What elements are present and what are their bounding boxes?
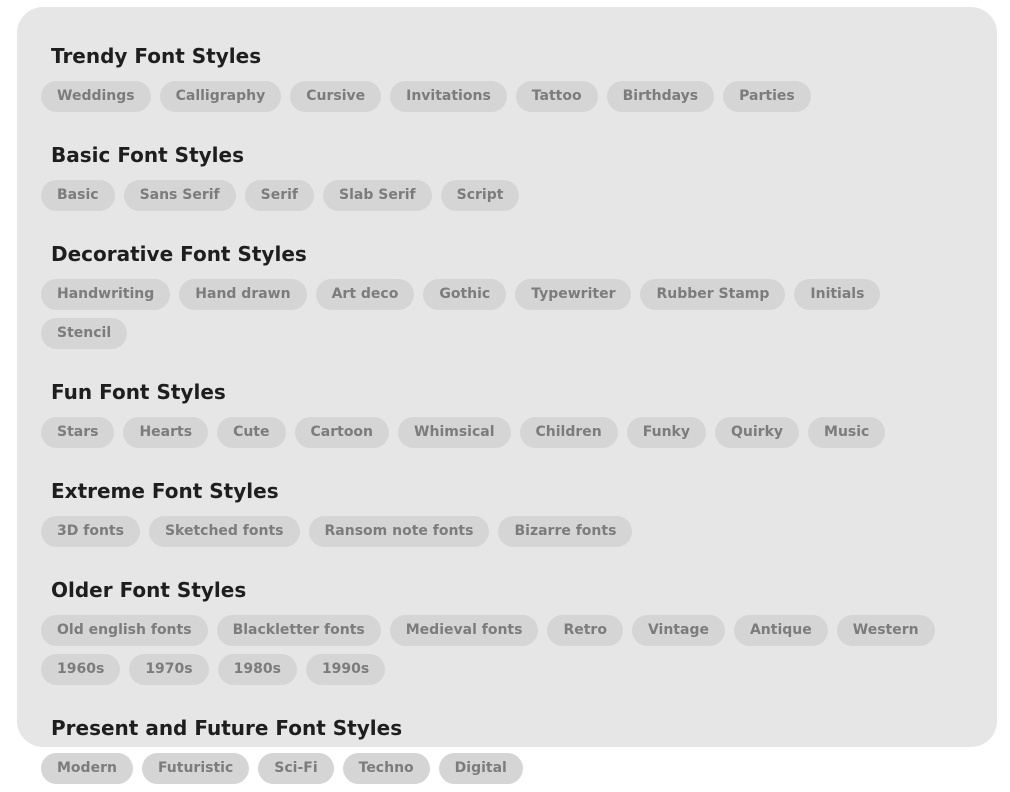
tag-list: Basic Sans Serif Serif Slab Serif Script bbox=[41, 180, 981, 219]
tag-handwriting[interactable]: Handwriting bbox=[41, 279, 171, 310]
tag-music[interactable]: Music bbox=[808, 417, 886, 448]
tag-bizarre-fonts[interactable]: Bizarre fonts bbox=[498, 516, 633, 547]
tag-whimsical[interactable]: Whimsical bbox=[398, 417, 511, 448]
tag-script[interactable]: Script bbox=[440, 180, 520, 211]
section-title: Trendy Font Styles bbox=[51, 44, 262, 68]
tag-futuristic[interactable]: Futuristic bbox=[141, 753, 250, 784]
tag-basic[interactable]: Basic bbox=[41, 180, 115, 211]
tag-typewriter[interactable]: Typewriter bbox=[515, 279, 632, 310]
tag-ransom-note-fonts[interactable]: Ransom note fonts bbox=[308, 516, 490, 547]
tag-list: Handwriting Hand drawn Art deco Gothic T… bbox=[41, 279, 981, 357]
tag-list: Old english fonts Blackletter fonts Medi… bbox=[41, 615, 981, 693]
section-trendy: Trendy Font Styles Weddings Calligraphy … bbox=[41, 41, 997, 120]
tag-funky[interactable]: Funky bbox=[626, 417, 706, 448]
tag-weddings[interactable]: Weddings bbox=[41, 81, 151, 112]
tag-parties[interactable]: Parties bbox=[723, 81, 811, 112]
tag-gothic[interactable]: Gothic bbox=[423, 279, 507, 310]
tag-retro[interactable]: Retro bbox=[547, 615, 623, 646]
section-decorative: Decorative Font Styles Handwriting Hand … bbox=[41, 239, 997, 357]
tag-blackletter-fonts[interactable]: Blackletter fonts bbox=[216, 615, 381, 646]
tag-tattoo[interactable]: Tattoo bbox=[515, 81, 598, 112]
tag-rubber-stamp[interactable]: Rubber Stamp bbox=[640, 279, 786, 310]
section-title: Fun Font Styles bbox=[51, 380, 226, 404]
tag-1970s[interactable]: 1970s bbox=[129, 654, 209, 685]
tag-techno[interactable]: Techno bbox=[342, 753, 430, 784]
tag-list: Weddings Calligraphy Cursive Invitations… bbox=[41, 81, 981, 120]
tag-vintage[interactable]: Vintage bbox=[631, 615, 725, 646]
tag-digital[interactable]: Digital bbox=[438, 753, 523, 784]
tag-cursive[interactable]: Cursive bbox=[290, 81, 382, 112]
tag-stencil[interactable]: Stencil bbox=[41, 318, 128, 349]
section-title: Basic Font Styles bbox=[51, 143, 244, 167]
tag-sci-fi[interactable]: Sci-Fi bbox=[258, 753, 334, 784]
tag-1990s[interactable]: 1990s bbox=[305, 654, 386, 685]
tag-calligraphy[interactable]: Calligraphy bbox=[159, 81, 282, 112]
tag-slab-serif[interactable]: Slab Serif bbox=[323, 180, 432, 211]
section-present-future: Present and Future Font Styles Modern Fu… bbox=[41, 713, 997, 792]
tag-stars[interactable]: Stars bbox=[41, 417, 115, 448]
tag-quirky[interactable]: Quirky bbox=[715, 417, 800, 448]
section-extreme: Extreme Font Styles 3D fonts Sketched fo… bbox=[41, 476, 997, 555]
tag-western[interactable]: Western bbox=[836, 615, 935, 646]
section-older: Older Font Styles Old english fonts Blac… bbox=[41, 575, 997, 693]
tag-old-english-fonts[interactable]: Old english fonts bbox=[41, 615, 208, 646]
tag-list: Modern Futuristic Sci-Fi Techno Digital bbox=[41, 753, 981, 792]
section-title: Older Font Styles bbox=[51, 578, 247, 602]
tag-hand-drawn[interactable]: Hand drawn bbox=[179, 279, 307, 310]
tag-cute[interactable]: Cute bbox=[217, 417, 286, 448]
tag-1960s[interactable]: 1960s bbox=[41, 654, 121, 685]
tag-3d-fonts[interactable]: 3D fonts bbox=[41, 516, 140, 547]
tag-art-deco[interactable]: Art deco bbox=[315, 279, 415, 310]
section-title: Present and Future Font Styles bbox=[51, 716, 403, 740]
font-styles-panel: Trendy Font Styles Weddings Calligraphy … bbox=[17, 7, 997, 784]
section-basic: Basic Font Styles Basic Sans Serif Serif… bbox=[41, 140, 997, 219]
tag-list: Stars Hearts Cute Cartoon Whimsical Chil… bbox=[41, 417, 981, 456]
tag-1980s[interactable]: 1980s bbox=[217, 654, 297, 685]
section-title: Extreme Font Styles bbox=[51, 479, 279, 503]
section-title: Decorative Font Styles bbox=[51, 242, 307, 266]
tag-list: 3D fonts Sketched fonts Ransom note font… bbox=[41, 516, 981, 555]
tag-sketched-fonts[interactable]: Sketched fonts bbox=[148, 516, 300, 547]
tag-initials[interactable]: Initials bbox=[794, 279, 881, 310]
tag-serif[interactable]: Serif bbox=[244, 180, 315, 211]
tag-medieval-fonts[interactable]: Medieval fonts bbox=[389, 615, 539, 646]
section-fun: Fun Font Styles Stars Hearts Cute Cartoo… bbox=[41, 377, 997, 456]
tag-cartoon[interactable]: Cartoon bbox=[294, 417, 390, 448]
tag-antique[interactable]: Antique bbox=[733, 615, 828, 646]
tag-invitations[interactable]: Invitations bbox=[390, 81, 507, 112]
tag-birthdays[interactable]: Birthdays bbox=[606, 81, 715, 112]
tag-children[interactable]: Children bbox=[519, 417, 618, 448]
tag-modern[interactable]: Modern bbox=[41, 753, 133, 784]
tag-hearts[interactable]: Hearts bbox=[123, 417, 209, 448]
tag-sans-serif[interactable]: Sans Serif bbox=[123, 180, 236, 211]
